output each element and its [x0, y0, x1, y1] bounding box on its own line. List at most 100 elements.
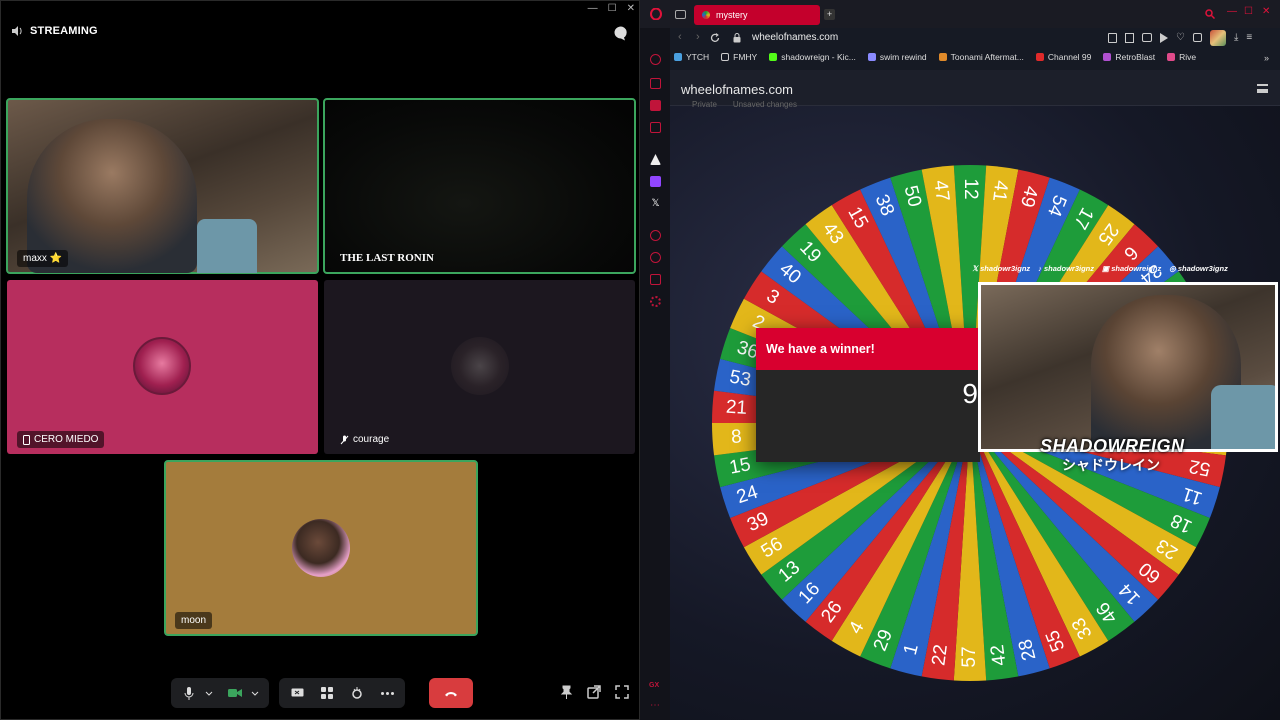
wheel-segment-label: 12: [960, 178, 981, 199]
unsaved-label: Unsaved changes: [732, 100, 797, 109]
participant-name-tag: courage: [334, 431, 395, 448]
screen-share-icon[interactable]: [289, 685, 305, 701]
popout-icon[interactable]: [587, 685, 601, 699]
wheel-segment-label: 21: [725, 397, 747, 419]
activity-controls: [279, 678, 405, 708]
retroblast-icon: [1103, 53, 1112, 61]
site-title[interactable]: wheelofnames.com: [681, 82, 793, 97]
bookmark-item[interactable]: YTCH: [674, 52, 709, 62]
search-icon[interactable]: [1205, 9, 1215, 19]
stream-brand: SHADOWREIGN: [1040, 436, 1185, 456]
kick-icon: [769, 53, 778, 61]
bookmarks-overflow-icon[interactable]: »: [1264, 53, 1269, 63]
twitch-icon[interactable]: [650, 176, 661, 187]
participant-tile-courage[interactable]: courage: [324, 280, 635, 454]
chat-icon[interactable]: [613, 25, 629, 41]
maximize-icon[interactable]: ☐: [1244, 6, 1253, 17]
x-icon[interactable]: 𝕏: [650, 198, 661, 209]
bookmark-item[interactable]: Toonami Aftermat...: [938, 52, 1024, 62]
soundboard-icon[interactable]: [349, 685, 365, 701]
pin-icon[interactable]: [560, 685, 573, 699]
more-options-icon[interactable]: ⋯: [650, 700, 660, 711]
menu-icon[interactable]: ≡: [1246, 33, 1252, 46]
participant-tile-moon[interactable]: moon: [164, 460, 478, 636]
close-icon[interactable]: ✕: [1262, 6, 1270, 17]
participant-tile-maxx[interactable]: maxx ⭐: [6, 98, 319, 274]
play-icon[interactable]: [1160, 33, 1168, 43]
more-options-icon[interactable]: [379, 685, 395, 701]
extensions-icon[interactable]: [1192, 33, 1202, 42]
address-bar-actions: ♡ ⤓ ≡: [1108, 30, 1252, 46]
bookmarks-bar: YTCH FMHY shadowreign - Kic... swim rewi…: [674, 52, 1196, 62]
hidden-tabs: Private Unsaved changes: [692, 100, 797, 109]
fullscreen-icon[interactable]: [615, 685, 629, 699]
social-handle-tiktok: ♪ shadowr3ignz: [1038, 264, 1095, 273]
toonami-icon: [938, 53, 947, 61]
gx-label[interactable]: GX: [649, 682, 659, 689]
call-window: STREAMING — ☐ ✕ maxx ⭐ THE LAST RONIN CE…: [0, 0, 640, 720]
minimize-icon[interactable]: —: [1227, 6, 1237, 17]
participant-tile-the-last-ronin[interactable]: THE LAST RONIN: [323, 98, 636, 274]
reload-icon[interactable]: [710, 33, 720, 43]
address-input[interactable]: wheelofnames.com: [752, 32, 838, 43]
activities-icon[interactable]: [319, 685, 335, 701]
close-icon[interactable]: ✕: [627, 3, 635, 14]
aria-icon[interactable]: [650, 54, 661, 65]
call-title: STREAMING: [30, 25, 98, 37]
disconnect-button[interactable]: [429, 678, 473, 708]
participant-tile-cero-miedo[interactable]: CERO MIEDO: [7, 280, 318, 454]
mic-muted-icon: [340, 435, 349, 444]
back-icon[interactable]: ‹: [678, 31, 682, 43]
minimize-icon[interactable]: —: [588, 3, 598, 14]
camera-icon[interactable]: [227, 685, 243, 701]
tab-title: mystery: [716, 10, 748, 20]
participant-name: THE LAST RONIN: [340, 252, 434, 264]
bookmark-item[interactable]: FMHY: [721, 52, 757, 62]
maximize-icon[interactable]: ☐: [608, 3, 617, 14]
tab-manager-icon[interactable]: [675, 10, 686, 19]
messenger-icon[interactable]: [650, 100, 661, 111]
cube-icon[interactable]: [650, 274, 661, 285]
wheel-segment-label: 57: [959, 646, 980, 667]
wheel-segment-label: 15: [728, 454, 753, 479]
heart-icon[interactable]: ♡: [1176, 33, 1185, 46]
bookmark-item[interactable]: Channel 99: [1035, 52, 1091, 62]
gaming-icon[interactable]: [650, 78, 661, 89]
download-icon[interactable]: ⤓: [1234, 33, 1238, 46]
profile-avatar[interactable]: [1209, 30, 1226, 46]
arc-icon[interactable]: [650, 154, 661, 165]
music-icon[interactable]: [650, 122, 661, 133]
bookmark-item[interactable]: RetroBlast: [1103, 52, 1155, 62]
private-label: Private: [692, 100, 717, 109]
opera-logo-icon[interactable]: [650, 8, 662, 20]
bookmark-item[interactable]: Rive: [1167, 52, 1196, 62]
forward-icon[interactable]: ›: [696, 31, 700, 43]
folder-icon: [674, 53, 682, 61]
bookmark-item[interactable]: shadowreign - Kic...: [769, 52, 856, 62]
history-icon[interactable]: [650, 252, 661, 263]
winner-value: 9: [962, 378, 978, 409]
social-handles: 𝕏 shadowr3ignz ♪ shadowr3ignz ▣ shadowre…: [972, 264, 1280, 278]
lock-icon[interactable]: [733, 33, 741, 43]
winner-dialog: We have a winner! 9: [756, 328, 980, 462]
camera-icon[interactable]: [1142, 33, 1152, 42]
participant-name: maxx ⭐: [17, 250, 69, 267]
snapshot-icon[interactable]: [1125, 33, 1134, 43]
hamburger-menu-icon[interactable]: [1257, 84, 1268, 93]
call-controls: [171, 678, 473, 708]
browser-tab-mystery[interactable]: mystery: [694, 5, 820, 25]
avatar: [133, 337, 191, 395]
pin-icon[interactable]: [1108, 33, 1117, 43]
bookmark-item[interactable]: swim rewind: [867, 52, 927, 62]
microphone-icon[interactable]: [181, 685, 197, 701]
social-handle-x: 𝕏 shadowr3ignz: [972, 264, 1031, 273]
chevron-down-icon[interactable]: [205, 685, 213, 701]
participant-name: moon: [175, 612, 213, 629]
add-icon[interactable]: [650, 230, 661, 241]
call-header: STREAMING: [11, 25, 98, 37]
view-controls: [560, 685, 629, 699]
chevron-down-icon[interactable]: [251, 685, 259, 701]
window-controls: — ☐ ✕: [588, 3, 635, 14]
new-tab-button[interactable]: +: [824, 9, 835, 20]
settings-icon[interactable]: [650, 296, 661, 307]
